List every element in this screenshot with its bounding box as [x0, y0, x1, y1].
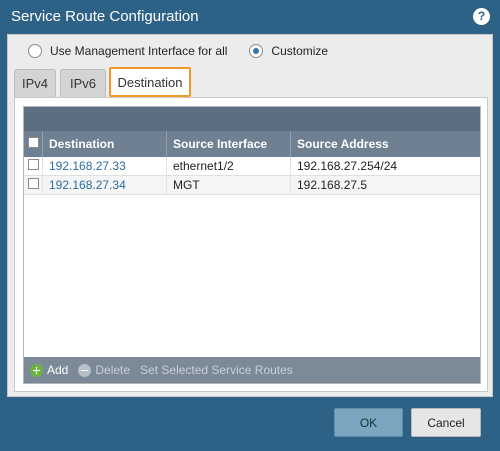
- row-checkbox[interactable]: [28, 159, 39, 170]
- customize-radio[interactable]: [249, 44, 264, 58]
- row-select-cell: [24, 176, 42, 195]
- select-all-cell: [24, 131, 42, 157]
- route-options: Use Management Interface for all Customi…: [28, 41, 350, 61]
- table-row[interactable]: 192.168.27.33 ethernet1/2 192.168.27.254…: [24, 157, 480, 176]
- table-toolbar: [24, 107, 480, 131]
- help-icon[interactable]: ?: [473, 8, 490, 25]
- source-address-cell: 192.168.27.5: [290, 176, 480, 195]
- ok-button[interactable]: OK: [334, 408, 403, 437]
- row-select-cell: [24, 157, 42, 176]
- add-icon: [30, 363, 43, 377]
- mgmt-radio-label[interactable]: Use Management Interface for all: [50, 44, 227, 58]
- set-selected-label: Set Selected Service Routes: [140, 363, 293, 377]
- dialog: Service Route Configuration ? Use Manage…: [0, 0, 500, 451]
- table-header: Destination Source Interface Source Addr…: [24, 131, 480, 157]
- delete-icon: [78, 363, 92, 377]
- destination-link[interactable]: 192.168.27.33: [42, 157, 166, 176]
- source-interface-cell: ethernet1/2: [166, 157, 290, 176]
- source-address-cell: 192.168.27.254/24: [290, 157, 480, 176]
- dialog-title: Service Route Configuration: [11, 8, 199, 25]
- tab-content: Destination Source Interface Source Addr…: [14, 97, 488, 392]
- customize-radio-label[interactable]: Customize: [271, 44, 328, 58]
- select-all-checkbox[interactable]: [28, 137, 39, 148]
- destination-link[interactable]: 192.168.27.34: [42, 176, 166, 195]
- mgmt-radio[interactable]: [28, 44, 42, 58]
- column-source-interface[interactable]: Source Interface: [166, 131, 290, 157]
- titlebar: Service Route Configuration ?: [0, 0, 500, 34]
- tab-ipv6[interactable]: IPv6: [60, 69, 106, 97]
- add-label: Add: [47, 363, 69, 377]
- delete-button[interactable]: Delete: [78, 363, 130, 377]
- tab-destination[interactable]: Destination: [109, 67, 191, 97]
- table-row[interactable]: 192.168.27.34 MGT 192.168.27.5: [24, 176, 480, 195]
- add-button[interactable]: Add: [30, 363, 68, 377]
- delete-label: Delete: [95, 363, 131, 377]
- set-selected-service-routes-button[interactable]: Set Selected Service Routes: [140, 363, 293, 377]
- tab-ipv4[interactable]: IPv4: [14, 69, 56, 97]
- column-destination[interactable]: Destination: [42, 131, 166, 157]
- row-checkbox[interactable]: [28, 178, 39, 189]
- column-source-address[interactable]: Source Address: [290, 131, 480, 157]
- dialog-body: Use Management Interface for all Customi…: [7, 34, 493, 397]
- cancel-button[interactable]: Cancel: [411, 408, 481, 437]
- source-interface-cell: MGT: [166, 176, 290, 195]
- table-footer: Add Delete Set Selected Service Routes: [24, 357, 480, 383]
- destination-table: Destination Source Interface Source Addr…: [23, 106, 481, 384]
